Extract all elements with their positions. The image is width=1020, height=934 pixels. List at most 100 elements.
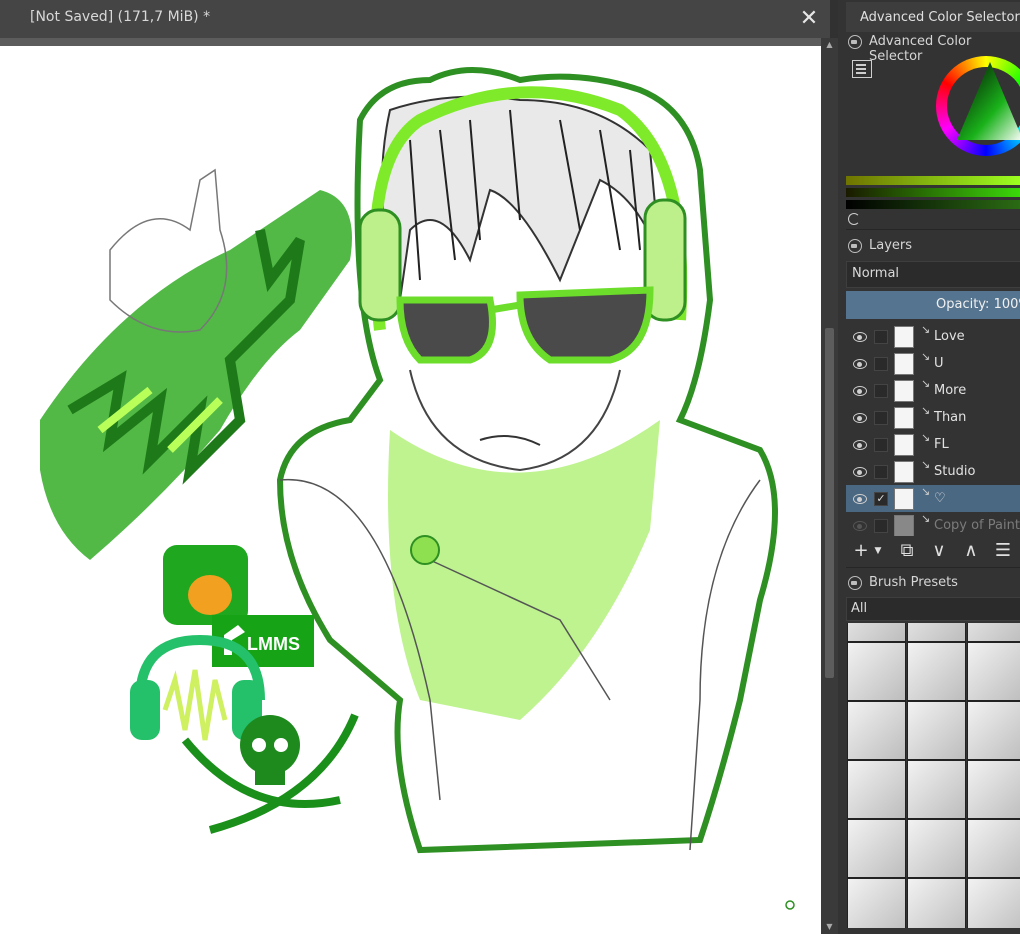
brush-preset[interactable]: [907, 878, 966, 928]
alpha-inherit-icon: ↘: [921, 377, 931, 390]
close-document-button[interactable]: ✕: [796, 6, 822, 32]
brush-preset[interactable]: [847, 623, 906, 642]
visibility-eye-icon[interactable]: [853, 440, 867, 450]
brush-preset[interactable]: [847, 701, 906, 760]
brush-preset[interactable]: [967, 623, 1020, 642]
brush-preset[interactable]: [907, 760, 966, 819]
opacity-slider[interactable]: Opacity: 100%: [846, 291, 1020, 319]
layer-thumbnail: [894, 434, 914, 456]
layer-thumbnail: [894, 407, 914, 429]
document-titlebar: [Not Saved] (171,7 MiB) * ✕: [0, 0, 830, 38]
layer-row-heart[interactable]: ✓ ↘ ♡: [846, 485, 1020, 512]
canvas-vertical-scrollbar[interactable]: ▲ ▼: [821, 38, 838, 934]
brush-preset[interactable]: [847, 760, 906, 819]
move-layer-down-icon[interactable]: ∨: [928, 540, 950, 562]
canvas-ruler-bar: [0, 38, 822, 46]
lock-icon[interactable]: [848, 35, 862, 49]
color-sliders[interactable]: [846, 176, 1020, 210]
hue-slider[interactable]: [846, 176, 1020, 185]
layer-name: Love: [934, 329, 965, 344]
layers-title: Layers: [869, 238, 913, 253]
layer-checkbox[interactable]: [874, 438, 888, 452]
layer-checkbox[interactable]: [874, 519, 888, 533]
layer-checkbox-checked[interactable]: ✓: [874, 492, 888, 506]
artwork: LMMS: [40, 67, 795, 910]
add-layer-dropdown-icon[interactable]: ▼: [872, 540, 884, 562]
refresh-icon[interactable]: [848, 213, 860, 225]
visibility-eye-icon[interactable]: [853, 413, 867, 423]
layer-name: Than: [934, 410, 967, 425]
layer-checkbox[interactable]: [874, 411, 888, 425]
alpha-inherit-icon: ↘: [921, 404, 931, 417]
face: [409, 369, 621, 472]
brush-preset[interactable]: [967, 701, 1020, 760]
brush-preset[interactable]: [967, 642, 1020, 701]
layer-thumbnail: [894, 488, 914, 510]
layer-row-u[interactable]: ↘ U: [846, 350, 1020, 377]
alpha-inherit-icon: ↘: [921, 323, 931, 336]
layer-name: More: [934, 383, 967, 398]
alpha-inherit-icon: ↘: [921, 512, 931, 525]
move-layer-up-icon[interactable]: ∧: [960, 540, 982, 562]
preset-tag-filter[interactable]: All: [846, 597, 1020, 621]
visibility-eye-hidden-icon[interactable]: [853, 521, 867, 531]
drawing-canvas[interactable]: LMMS: [0, 46, 821, 934]
layer-thumbnail: [894, 380, 914, 402]
layer-toolbar: + ▼ ⧉ ∨ ∧ ☰: [846, 536, 1020, 566]
brush-preset[interactable]: [907, 819, 966, 878]
scroll-down-arrow-icon[interactable]: ▼: [821, 920, 838, 934]
layer-row-more[interactable]: ↘ More: [846, 377, 1020, 404]
visibility-eye-icon[interactable]: [853, 386, 867, 396]
layer-row-copy-of-paint[interactable]: ↘ Copy of Paint: [846, 512, 1020, 536]
layer-checkbox[interactable]: [874, 384, 888, 398]
saturation-slider[interactable]: [846, 188, 1020, 197]
turtle-pin: [410, 535, 440, 565]
brush-preset[interactable]: [907, 642, 966, 701]
opacity-label: Opacity: 100%: [936, 297, 1020, 312]
color-selector-settings-icon[interactable]: [852, 60, 872, 78]
layer-properties-icon[interactable]: ☰: [992, 540, 1014, 562]
duplicate-layer-icon[interactable]: ⧉: [896, 540, 918, 562]
color-triangle[interactable]: [955, 60, 1020, 145]
add-layer-icon[interactable]: +: [850, 540, 872, 562]
brush-preset[interactable]: [967, 819, 1020, 878]
value-slider[interactable]: [846, 200, 1020, 209]
brush-preset[interactable]: [847, 878, 906, 928]
brush-presets-lock-icon[interactable]: [848, 576, 862, 590]
layer-checkbox[interactable]: [874, 330, 888, 344]
graffiti-splash: [40, 190, 352, 560]
brush-preset[interactable]: [907, 701, 966, 760]
visibility-eye-icon[interactable]: [853, 332, 867, 342]
brush-presets-grid: [846, 623, 1020, 928]
scroll-thumb[interactable]: [825, 328, 834, 678]
brush-preset[interactable]: [907, 623, 966, 642]
layer-thumbnail: [894, 353, 914, 375]
layer-checkbox[interactable]: [874, 357, 888, 371]
brush-presets-title: Brush Presets: [869, 575, 958, 590]
brush-preset[interactable]: [967, 878, 1020, 928]
lmms-logo-text: LMMS: [247, 634, 300, 654]
visibility-eye-icon[interactable]: [853, 467, 867, 477]
brush-preset[interactable]: [847, 642, 906, 701]
visibility-eye-icon[interactable]: [853, 359, 867, 369]
brush-preset[interactable]: [967, 760, 1020, 819]
layer-name: Studio: [934, 464, 976, 479]
blend-mode-select[interactable]: Normal: [846, 261, 1020, 288]
layer-row-studio[interactable]: ↘ Studio: [846, 458, 1020, 485]
layers-lock-icon[interactable]: [848, 239, 862, 253]
layer-checkbox[interactable]: [874, 465, 888, 479]
layer-name: ♡: [934, 491, 946, 506]
scroll-up-arrow-icon[interactable]: ▲: [821, 38, 838, 52]
layer-row-than[interactable]: ↘ Than: [846, 404, 1020, 431]
layer-row-love[interactable]: ↘ Love: [846, 323, 1020, 350]
tab-advanced-color-selector[interactable]: Advanced Color Selector: [846, 2, 1020, 32]
layer-row-fl[interactable]: ↘ FL: [846, 431, 1020, 458]
brush-preset[interactable]: [847, 819, 906, 878]
layer-thumbnail: [894, 326, 914, 348]
visibility-eye-icon[interactable]: [853, 494, 867, 504]
alpha-inherit-icon: ↘: [921, 431, 931, 444]
alpha-inherit-icon: ↘: [921, 458, 931, 471]
layers-list: ↘ Love ↘ U ↘ More ↘ Than ↘ FL ↘ Studio ✓…: [846, 323, 1020, 536]
layer-thumbnail: [894, 515, 914, 536]
alpha-inherit-icon: ↘: [921, 350, 931, 363]
